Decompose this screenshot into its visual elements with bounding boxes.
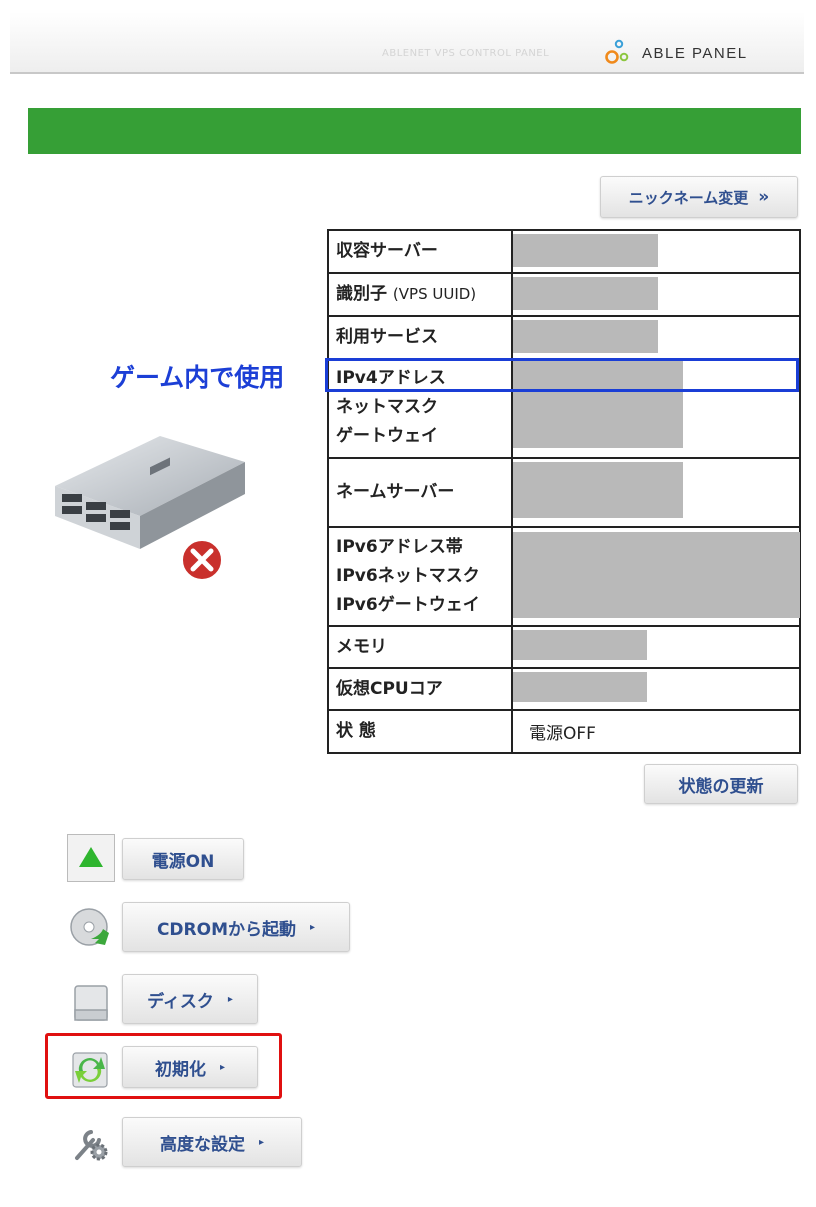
chevron-right-icon: ▸ [258,1136,265,1148]
row-label-line: IPv6アドレス帯 [336,537,463,557]
title-bar [28,108,801,154]
row-label: 収容サーバー [327,229,513,274]
status-value: 電源OFF [511,709,801,754]
cdrom-boot-icon[interactable] [67,905,115,953]
row-label: メモリ [327,625,513,669]
redacted-value [511,358,801,459]
row-label-line: ネットマスク [336,397,438,417]
app-header: ABLENET VPS CONTROL PANEL ABLE PANEL [10,12,804,74]
row-label-text: 識別子 [336,284,387,304]
double-chevron-right-icon: » [758,187,770,207]
row-label: 状 態 [327,709,513,754]
redacted-value [511,667,801,711]
row-label-line: IPv4アドレス [336,368,446,388]
redacted-value [511,315,801,360]
advanced-settings-button[interactable]: 高度な設定 ▸ [122,1117,302,1167]
cdrom-boot-label: CDROMから起動 [156,919,296,940]
row-label: 識別子 (VPS UUID) [327,272,513,317]
row-label-note: (VPS UUID) [392,285,477,303]
redacted-value [511,526,801,627]
header-subtitle: ABLENET VPS CONTROL PANEL [382,48,550,59]
table-row: IPv6アドレス帯 IPv6ネットマスク IPv6ゲートウェイ [327,526,801,627]
row-label-line: IPv6ゲートウェイ [336,595,480,615]
table-row: 識別子 (VPS UUID) [327,272,801,317]
error-x-icon [181,539,223,581]
reinitialize-icon[interactable] [67,1045,115,1093]
disk-button[interactable]: ディスク ▸ [122,974,258,1024]
table-row: 利用サービス [327,315,801,360]
status-refresh-button[interactable]: 状態の更新 [644,764,798,804]
disk-icon[interactable] [67,978,115,1026]
row-label: 利用サービス [327,315,513,360]
able-panel-logo-icon [605,39,629,64]
row-label-line: IPv6ネットマスク [336,566,480,586]
table-row: 収容サーバー [327,229,801,274]
redacted-value [511,229,801,274]
disk-label: ディスク [147,991,214,1012]
power-status-text: 電源OFF [529,724,596,744]
settings-wrench-gear-icon[interactable] [67,1118,115,1166]
power-on-button[interactable]: 電源ON [122,838,244,880]
advanced-settings-label: 高度な設定 [159,1134,245,1155]
row-label: ネームサーバー [327,457,513,528]
chevron-right-icon: ▸ [219,1061,226,1073]
row-label: 仮想CPUコア [327,667,513,711]
redacted-value [511,625,801,669]
reinitialize-label: 初期化 [154,1059,206,1080]
row-label-line: ゲートウェイ [336,426,438,446]
chevron-right-icon: ▸ [227,993,233,1005]
annotation-label: ゲーム内で使用 [110,363,285,392]
reinitialize-button[interactable]: 初期化 ▸ [122,1046,258,1088]
table-row: 状 態 電源OFF [327,709,801,754]
cdrom-boot-button[interactable]: CDROMから起動 ▸ [122,902,350,952]
redacted-value [511,457,801,528]
server-info-table: 収容サーバー 識別子 (VPS UUID) 利用サービス IPv4アドレス ネッ… [327,229,801,754]
nickname-change-label: ニックネーム変更 [628,188,749,207]
table-row: IPv4アドレス ネットマスク ゲートウェイ [327,358,801,459]
table-row: メモリ [327,625,801,669]
redacted-value [511,272,801,317]
row-label: IPv6アドレス帯 IPv6ネットマスク IPv6ゲートウェイ [327,526,513,627]
chevron-right-icon: ▸ [310,921,316,933]
table-row: ネームサーバー [327,457,801,528]
table-row: 仮想CPUコア [327,667,801,711]
row-label: IPv4アドレス ネットマスク ゲートウェイ [327,358,513,459]
server-icon [55,436,245,581]
nickname-change-button[interactable]: ニックネーム変更 » [600,176,798,218]
brand-name: ABLE PANEL [642,45,748,62]
power-on-triangle-icon[interactable] [67,834,115,882]
